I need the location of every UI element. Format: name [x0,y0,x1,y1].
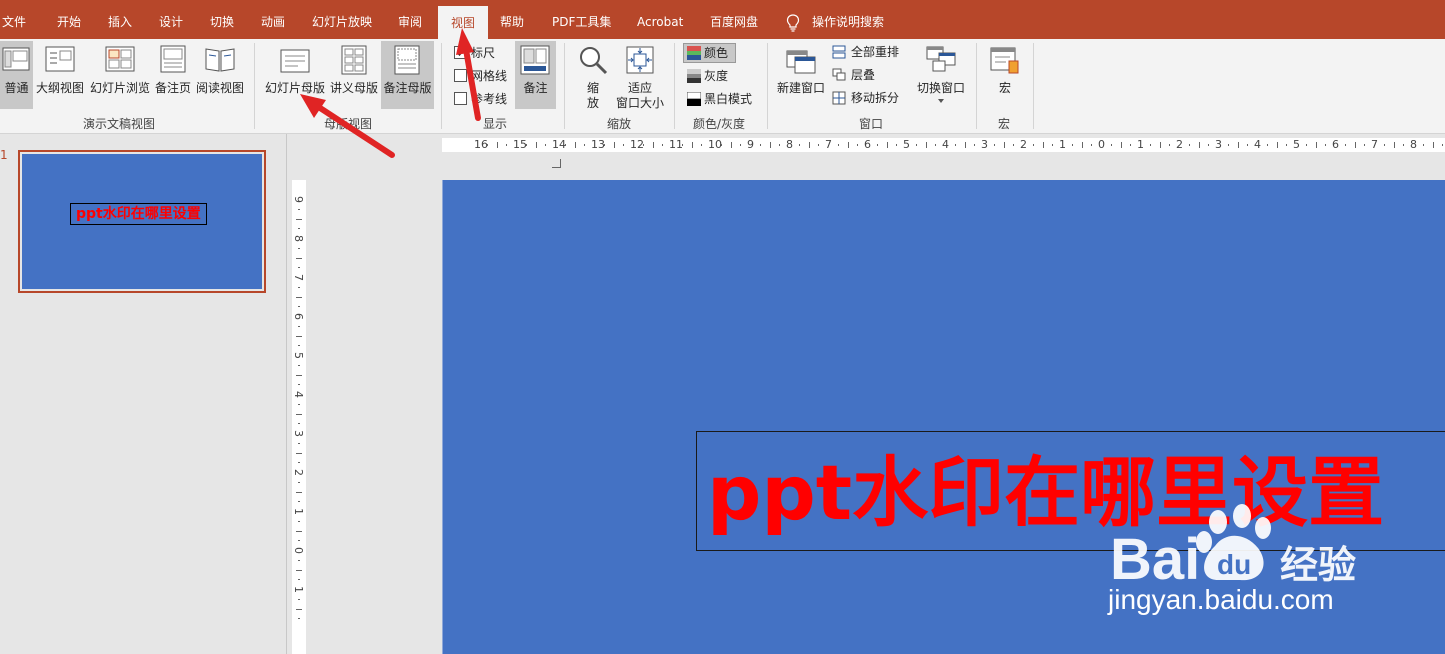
red-arrow-to-view-tab [456,28,481,121]
annotation-arrows [300,28,481,158]
red-arrow-to-slide-master [300,94,395,158]
